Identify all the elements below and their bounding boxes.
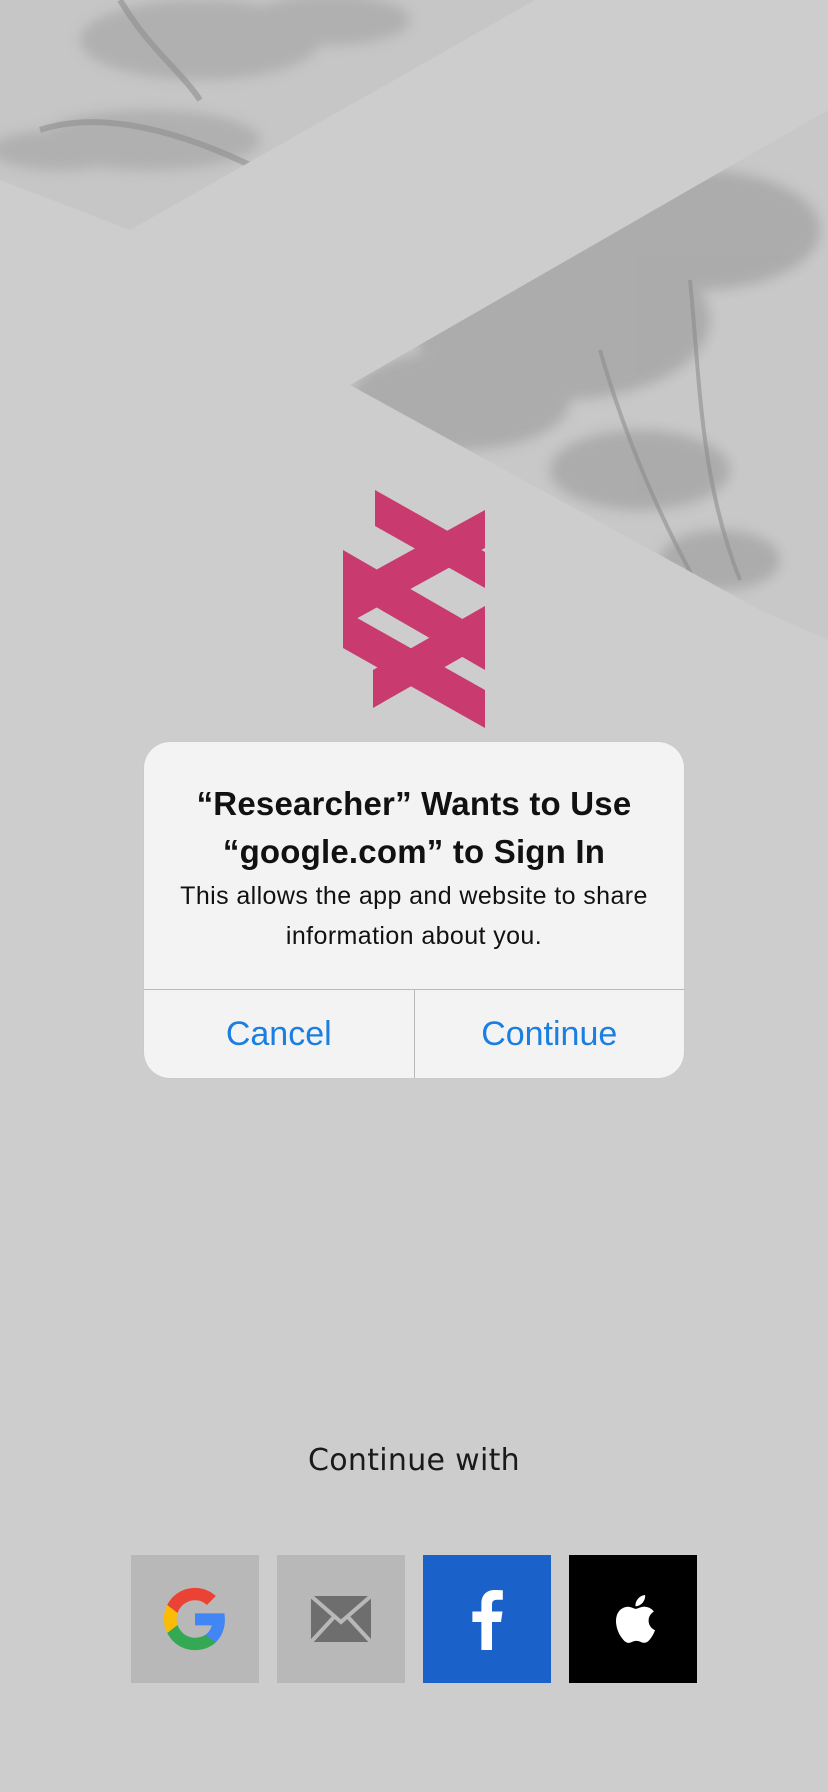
google-sign-in-button[interactable] <box>131 1555 259 1683</box>
login-screen: “Researcher” Wants to Use “google.com” t… <box>0 0 828 1792</box>
sign-in-permission-alert: “Researcher” Wants to Use “google.com” t… <box>144 742 684 1078</box>
alert-message: This allows the app and website to share… <box>180 882 648 950</box>
continue-button[interactable]: Continue <box>413 990 685 1078</box>
cancel-button[interactable]: Cancel <box>144 990 414 1078</box>
brand-logo <box>343 490 485 728</box>
alert-body: “Researcher” Wants to Use “google.com” t… <box>144 742 684 989</box>
facebook-sign-in-button[interactable] <box>423 1555 551 1683</box>
apple-icon <box>615 1595 655 1643</box>
envelope-icon <box>310 1595 372 1643</box>
alert-title: “Researcher” Wants to Use “google.com” t… <box>196 785 632 870</box>
social-login-row <box>131 1555 697 1683</box>
alert-button-row: Cancel Continue <box>144 989 684 1078</box>
continue-with-label: Continue with <box>308 1443 520 1478</box>
apple-sign-in-button[interactable] <box>569 1555 697 1683</box>
email-sign-in-button[interactable] <box>277 1555 405 1683</box>
facebook-icon <box>472 1590 503 1650</box>
google-icon <box>163 1587 225 1651</box>
